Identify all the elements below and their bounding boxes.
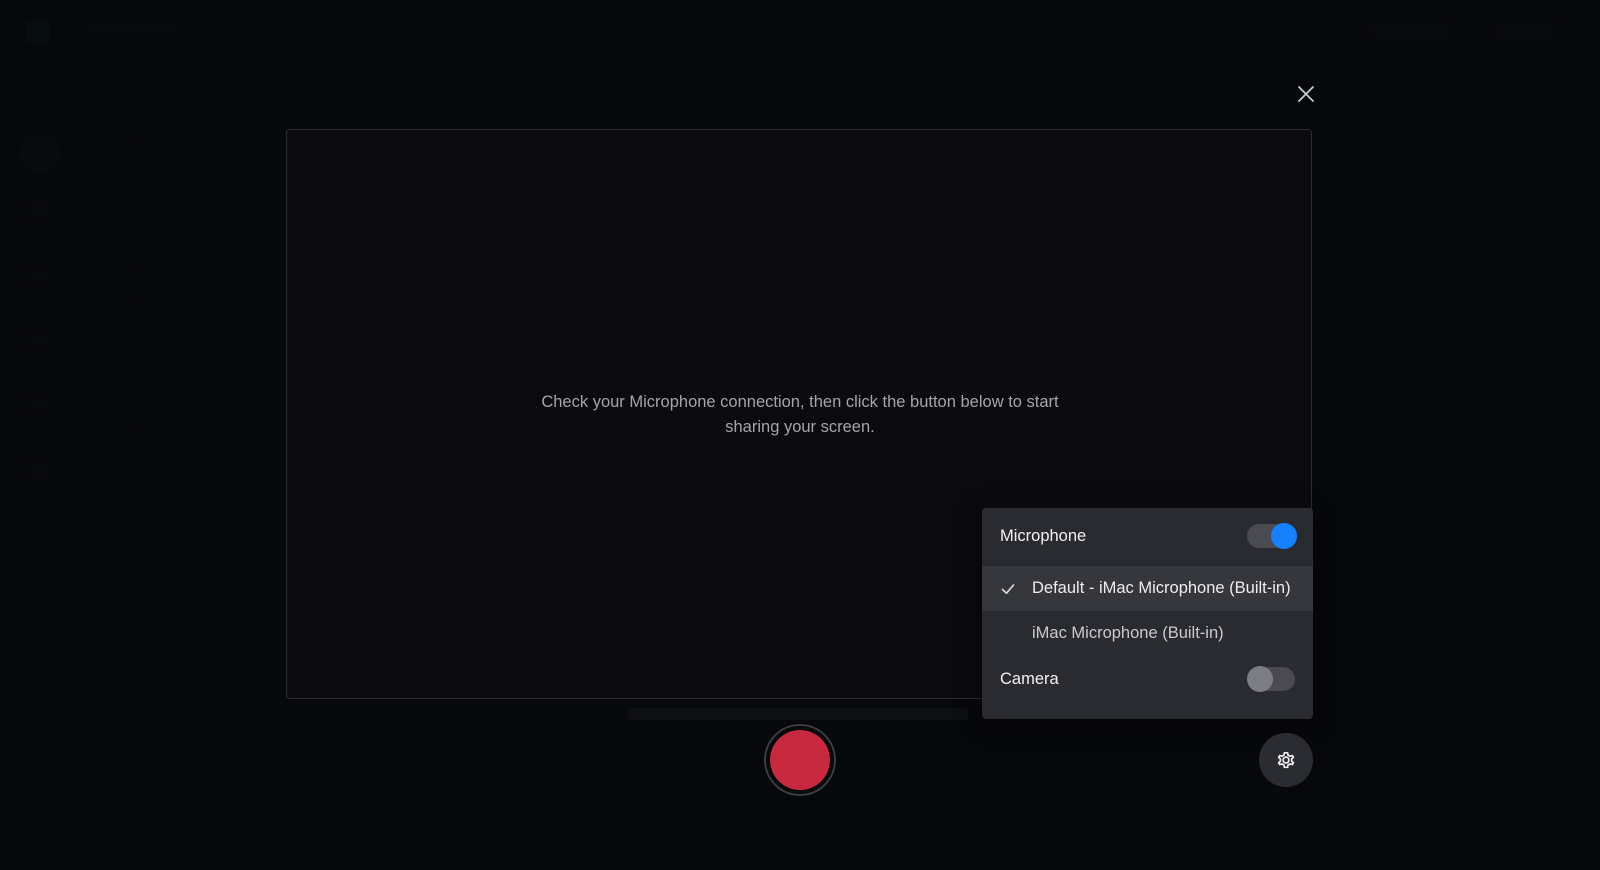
microphone-toggle[interactable]	[1247, 523, 1297, 549]
gear-icon	[1277, 751, 1295, 769]
microphone-option-label: iMac Microphone (Built-in)	[1032, 624, 1224, 642]
microphone-option-imac[interactable]: iMac Microphone (Built-in)	[982, 611, 1313, 656]
close-button[interactable]	[1292, 80, 1320, 108]
record-icon	[770, 730, 830, 790]
microphone-option-default[interactable]: Default - iMac Microphone (Built-in)	[982, 566, 1313, 611]
camera-toggle[interactable]	[1247, 666, 1295, 692]
screen-recorder-screen: Check your Microphone connection, then c…	[0, 0, 1600, 870]
microphone-toggle-knob	[1271, 523, 1297, 549]
camera-toggle-knob	[1247, 666, 1273, 692]
camera-row: Camera	[982, 661, 1313, 697]
background-caption	[628, 708, 968, 720]
microphone-row: Microphone	[982, 518, 1313, 554]
settings-button[interactable]	[1259, 733, 1313, 787]
close-icon	[1298, 86, 1314, 102]
check-slot	[1000, 581, 1032, 597]
device-settings-menu: Microphone Default - iMac Microphone (Bu…	[982, 508, 1313, 719]
microphone-option-label: Default - iMac Microphone (Built-in)	[1032, 579, 1291, 597]
camera-label: Camera	[1000, 669, 1059, 688]
record-button[interactable]	[764, 724, 836, 796]
microphone-label: Microphone	[1000, 526, 1087, 545]
instructions-text: Check your Microphone connection, then c…	[541, 393, 1059, 436]
check-icon	[1001, 583, 1015, 594]
